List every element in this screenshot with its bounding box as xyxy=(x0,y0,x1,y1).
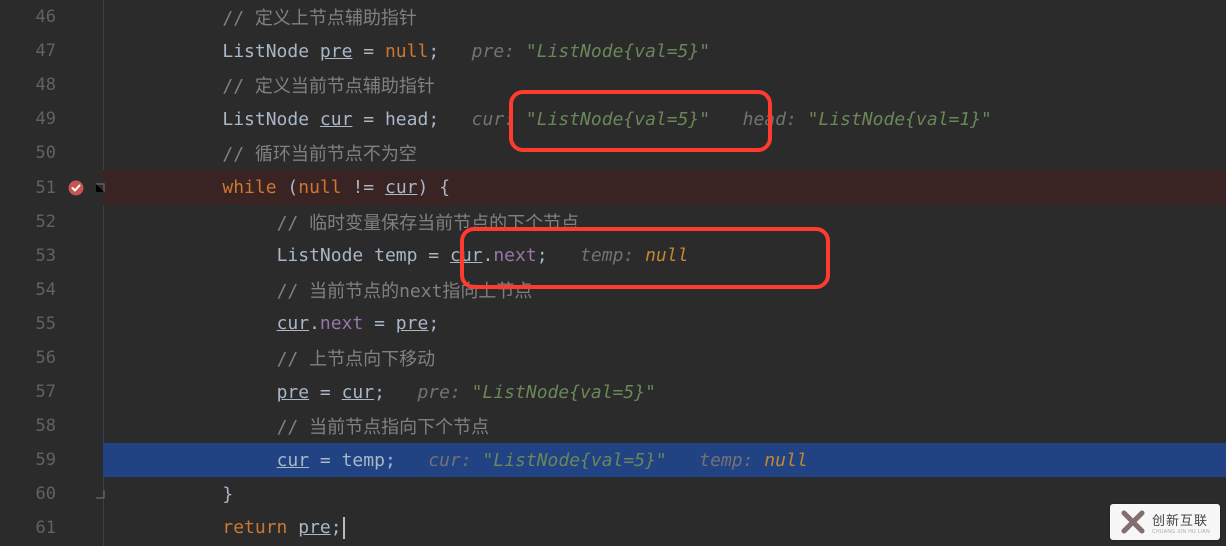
line-number: 61 xyxy=(0,518,62,538)
line-number: 50 xyxy=(0,143,62,163)
comment-text: // 循环当前节点不为空 xyxy=(222,144,417,165)
identifier-token: pre xyxy=(277,382,310,403)
identifier-token: head xyxy=(385,109,428,130)
variable-token: pre xyxy=(320,41,353,62)
variable-token: temp xyxy=(374,245,417,266)
line-number: 52 xyxy=(0,212,62,232)
field-token: next xyxy=(320,313,363,334)
comment-text: // 定义当前节点辅助指针 xyxy=(222,76,435,97)
keyword-token: while xyxy=(222,177,276,198)
type-token: ListNode xyxy=(222,109,309,130)
type-token: ListNode xyxy=(222,41,309,62)
line-number: 51 xyxy=(0,178,62,198)
inline-hint-value: "ListNode{val=1}" xyxy=(808,109,992,130)
identifier-token: pre xyxy=(396,313,429,334)
inline-hint-label: pre: xyxy=(417,382,460,403)
field-token: next xyxy=(493,245,536,266)
inline-hint-label: pre: xyxy=(472,41,515,62)
comment-text: // 当前节点的next指向上节点 xyxy=(277,281,533,302)
inline-hint-value: null xyxy=(645,245,688,266)
fold-toggle-icon[interactable] xyxy=(94,182,106,194)
operator-token: != xyxy=(352,177,374,198)
identifier-token: cur xyxy=(450,245,483,266)
logo-icon xyxy=(1120,509,1146,535)
logo-text: 创新互联 xyxy=(1152,513,1208,528)
line-number: 49 xyxy=(0,109,62,129)
keyword-token: null xyxy=(385,41,428,62)
watermark-logo: 创新互联 CHUANG XIN HU LIAN xyxy=(1110,504,1220,540)
breakpoint-line: 51 while (null != cur) { xyxy=(0,170,1226,204)
inline-hint-value: "ListNode{val=5}" xyxy=(526,109,710,130)
line-number: 59 xyxy=(0,450,62,470)
line-number: 57 xyxy=(0,382,62,402)
variable-token: cur xyxy=(320,109,353,130)
fold-close-icon[interactable] xyxy=(94,488,106,500)
comment-text: // 当前节点指向下个节点 xyxy=(277,417,490,438)
inline-hint-value: "ListNode{val=5}" xyxy=(483,450,667,471)
brace-token: } xyxy=(222,484,233,505)
keyword-token: return xyxy=(222,517,287,538)
line-number: 47 xyxy=(0,41,62,61)
code-line: 46 // 定义上节点辅助指针 xyxy=(0,0,1226,34)
comment-text: // 上节点向下移动 xyxy=(277,349,436,370)
variable-token: cur xyxy=(385,177,418,198)
identifier-token: pre xyxy=(298,517,331,538)
logo-subtext: CHUANG XIN HU LIAN xyxy=(1152,529,1210,535)
line-number: 56 xyxy=(0,348,62,368)
identifier-token: cur xyxy=(277,313,310,334)
text-caret xyxy=(343,517,345,539)
inline-hint-label: temp: xyxy=(580,245,634,266)
inline-hint-label: cur: xyxy=(428,450,471,471)
identifier-token: cur xyxy=(342,382,375,403)
brace-token: { xyxy=(439,177,450,198)
execution-line: 59 cur = temp; cur: "ListNode{val=5}" te… xyxy=(0,443,1226,477)
inline-hint-value: "ListNode{val=5}" xyxy=(472,382,656,403)
line-number: 46 xyxy=(0,7,62,27)
line-number: 58 xyxy=(0,416,62,436)
type-token: ListNode xyxy=(277,245,364,266)
comment-text: // 定义上节点辅助指针 xyxy=(222,8,417,29)
line-number: 54 xyxy=(0,280,62,300)
comment-text: // 临时变量保存当前节点的下个节点 xyxy=(277,213,580,234)
line-number: 53 xyxy=(0,246,62,266)
line-number: 60 xyxy=(0,484,62,504)
identifier-token: cur xyxy=(277,450,310,471)
code-editor[interactable]: 46 // 定义上节点辅助指针 47 ListNode pre = null; … xyxy=(0,0,1226,546)
line-number: 55 xyxy=(0,314,62,334)
inline-hint-label: cur: xyxy=(472,109,515,130)
inline-hint-label: head: xyxy=(743,109,797,130)
keyword-token: null xyxy=(298,177,341,198)
inline-hint-value: "ListNode{val=5}" xyxy=(526,41,710,62)
inline-hint-label: temp: xyxy=(699,450,753,471)
code-line: 47 ListNode pre = null; pre: "ListNode{v… xyxy=(0,34,1226,68)
line-number: 48 xyxy=(0,75,62,95)
breakpoint-icon[interactable] xyxy=(67,179,85,197)
inline-hint-value: null xyxy=(764,450,807,471)
identifier-token: temp xyxy=(342,450,385,471)
